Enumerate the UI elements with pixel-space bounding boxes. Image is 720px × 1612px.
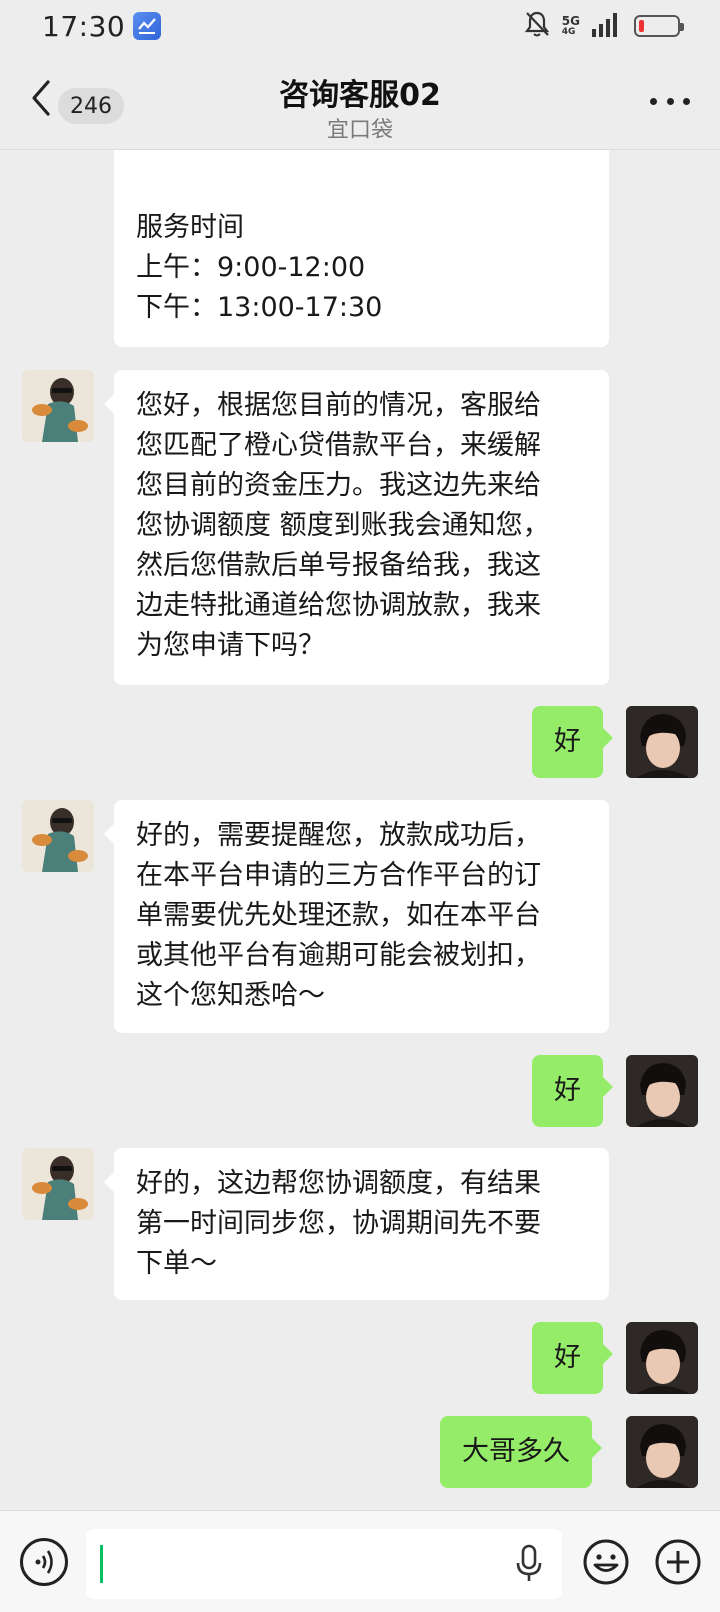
chat-title: 咨询客服02	[279, 78, 441, 113]
message-bubble-user: 好	[532, 706, 613, 778]
voice-icon[interactable]	[20, 1538, 68, 1586]
message-bubble-agent: 好的，这边帮您协调额度，有结果 第一时间同步您，协调期间先不要 下单～	[104, 1148, 609, 1300]
message-bubble-agent: 您好，根据您目前的情况，客服给 您匹配了橙心贷借款平台，来缓解 您目前的资金压力…	[104, 370, 609, 685]
chat-header: 246 咨询客服02 宜口袋	[0, 52, 720, 150]
status-bar: 17:30 5G 4G	[0, 0, 720, 52]
user-avatar[interactable]	[626, 1322, 698, 1394]
message-input[interactable]	[86, 1529, 562, 1599]
signal-icon	[592, 11, 622, 41]
status-right: 5G 4G	[524, 10, 684, 42]
chat-subtitle: 宜口袋	[326, 118, 393, 143]
user-avatar[interactable]	[626, 706, 698, 778]
status-left: 17:30	[42, 9, 162, 43]
message-bubble-agent: 好的，需要提醒您，放款成功后， 在本平台申请的三方合作平台的订 单需要优先处理还…	[104, 800, 609, 1033]
status-time: 17:30	[42, 9, 126, 43]
message-bubble-user: 大哥多久	[440, 1416, 602, 1488]
plus-icon[interactable]	[654, 1538, 702, 1586]
user-avatar[interactable]	[626, 1055, 698, 1127]
mute-bell-icon	[524, 10, 550, 42]
message-bubble-user: 好	[532, 1055, 613, 1127]
microphone-icon[interactable]	[514, 1543, 544, 1583]
agent-avatar[interactable]	[22, 370, 94, 442]
agent-avatar[interactable]	[22, 800, 94, 872]
agent-avatar[interactable]	[22, 1148, 94, 1220]
message-bubble-agent: 服务时间 上午：9:00-12:00 下午：13:00-17:30	[114, 150, 609, 347]
app-notification-icon	[133, 12, 162, 40]
emoji-icon[interactable]	[582, 1538, 630, 1586]
battery-level	[639, 20, 644, 32]
message-bubble-user: 好	[532, 1322, 613, 1394]
network-sub-label: 4G	[561, 27, 576, 37]
more-options-icon[interactable]	[650, 94, 690, 108]
network-indicator: 5G 4G	[562, 15, 580, 37]
network-label: 5G	[561, 14, 580, 28]
battery-low-icon	[634, 15, 684, 37]
input-bar	[0, 1510, 720, 1612]
user-avatar[interactable]	[626, 1416, 698, 1488]
text-caret	[100, 1545, 103, 1583]
